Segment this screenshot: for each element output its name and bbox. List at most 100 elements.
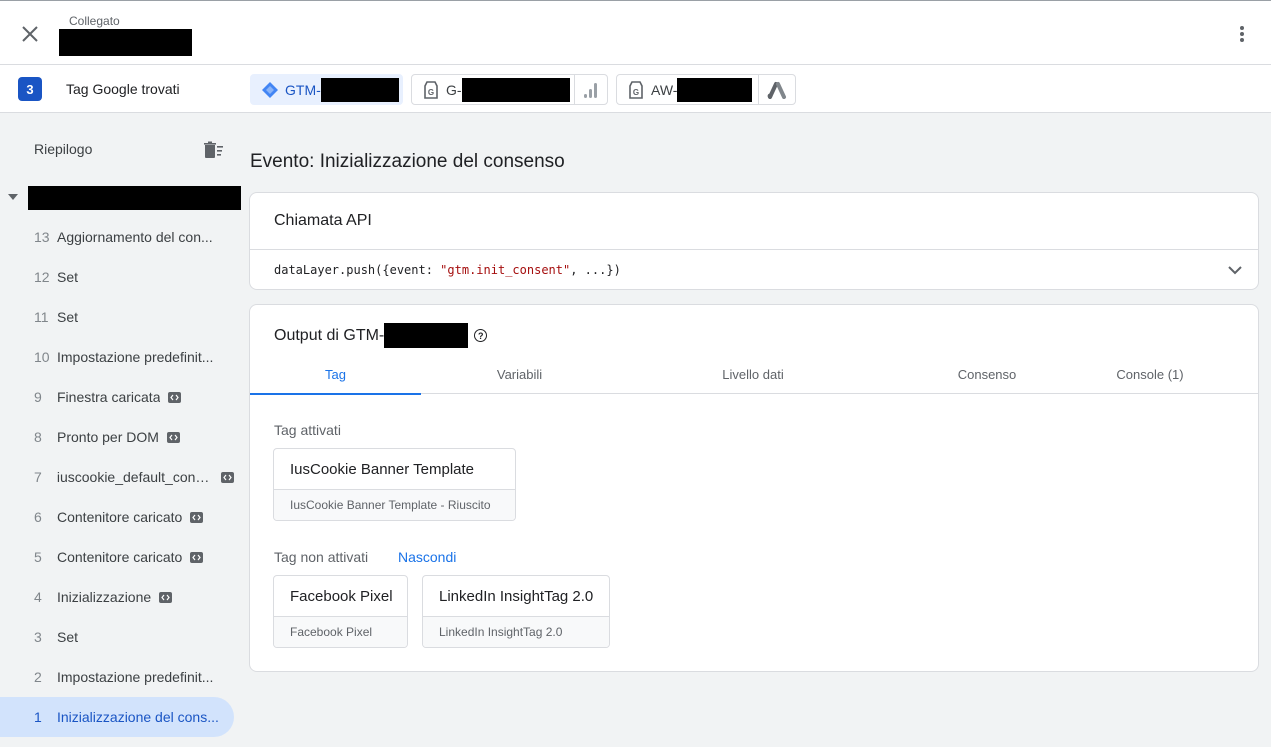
close-button[interactable] [14,18,46,50]
more-options-button[interactable] [1228,18,1256,50]
close-icon [22,26,38,42]
event-item[interactable]: 2 Impostazione predefinit... [0,657,234,697]
summary-title: Riepilogo [34,141,93,157]
top-bar: Collegato [0,0,1271,65]
tag-card-linkedin[interactable]: LinkedIn InsightTag 2.0 LinkedIn Insight… [422,575,610,648]
event-item[interactable]: 13 Aggiornamento del con... [0,217,234,257]
tag-chip-ads[interactable]: G AW- [616,74,796,105]
event-label: Inizializzazione del cons... [57,709,219,725]
tag-status: IusCookie Banner Template - Riuscito [274,489,515,520]
fired-tags-label: Tag attivati [274,422,341,438]
tab-tag[interactable]: Tag [250,355,421,395]
container-id-redacted [384,323,469,348]
event-item[interactable]: 5 Contenitore caricato [0,537,234,577]
event-label: Inizializzazione [57,589,152,605]
page-title: Evento: Inizializzazione del consenso [250,151,565,172]
event-label: Impostazione predefinit... [57,669,214,685]
tag-status: LinkedIn InsightTag 2.0 [423,616,609,647]
not-fired-tags-label: Tag non attivati [274,549,369,565]
tag-name: Facebook Pixel [290,588,393,605]
analytics-bars-icon [583,82,597,98]
code-icon [159,591,173,603]
chip-label: G- [446,81,462,98]
svg-text:G: G [633,88,639,97]
tab-variables[interactable]: Variabili [421,355,618,393]
event-number: 4 [34,589,42,605]
event-label: Set [57,629,79,645]
event-label: Impostazione predefinit... [57,349,214,365]
google-ads-icon [768,81,787,99]
tab-data-layer[interactable]: Livello dati [618,355,888,393]
code-icon [190,511,204,523]
event-number: 1 [34,709,42,725]
output-card-title: Output di GTM- ? [274,323,488,348]
tag-count-badge: 3 [18,77,42,101]
tag-bar: 3 Tag Google trovati GTM- G G- G AW- [0,65,1271,113]
tag-name: LinkedIn InsightTag 2.0 [439,588,594,605]
chip-label: AW- [651,81,678,98]
tag-card-facebook-pixel[interactable]: Facebook Pixel Facebook Pixel [273,575,408,648]
output-tabs: Tag Variabili Livello dati Consenso Cons… [250,355,1258,395]
event-label: Pronto per DOM [57,429,159,445]
tab-console[interactable]: Console (1) [1086,355,1214,393]
tab-consent[interactable]: Consenso [888,355,1086,393]
event-item[interactable]: 7 iuscookie_default_cons... [0,457,234,497]
event-item[interactable]: 9 Finestra caricata [0,377,234,417]
api-card-title: Chiamata API [274,212,372,229]
code-icon [168,391,182,403]
gtm-diamond-icon [262,81,278,98]
page-group-toggle[interactable] [0,185,241,211]
tag-chip-ga4[interactable]: G G- [411,74,608,105]
tag-card-iuscookie[interactable]: IusCookie Banner Template IusCookie Bann… [273,448,516,521]
tag-icon: G [629,80,643,99]
event-item[interactable]: 3 Set [0,617,234,657]
event-item[interactable]: 6 Contenitore caricato [0,497,234,537]
chip-label: GTM- [285,81,321,98]
event-label: Aggiornamento del con... [57,229,213,245]
chip-id-redacted [320,77,399,102]
code-prefix: dataLayer.push({event: [274,263,441,277]
help-icon[interactable]: ? [474,329,488,342]
event-item[interactable]: 4 Inizializzazione [0,577,234,617]
event-number: 12 [34,269,50,285]
event-number: 2 [34,669,42,685]
event-label: iuscookie_default_cons... [56,469,213,485]
connection-status: Collegato [69,14,120,28]
sidebar: Riepilogo 13 Aggiornamento del con... 12 Se… [0,113,241,747]
tag-name: IusCookie Banner Template [290,461,474,478]
event-label: Contenitore caricato [57,549,183,565]
event-item[interactable]: 8 Pronto per DOM [0,417,234,457]
chip-id-redacted [461,77,570,102]
code-suffix: , ...}) [570,263,621,277]
code-string: "gtm.init_consent" [440,263,571,277]
code-icon [190,551,204,563]
code-icon [166,431,180,443]
delete-sweep-icon [204,141,223,158]
hide-link[interactable]: Nascondi [398,549,456,565]
output-card: Output di GTM- ? Tag Variabili Livello d… [249,304,1259,672]
chip-id-redacted [677,77,753,102]
event-label: Finestra caricata [57,389,161,405]
event-label: Set [57,269,79,285]
expand-button[interactable] [1224,259,1246,281]
event-list: 13 Aggiornamento del con... 12 Set 11 Set 10 Im… [0,217,241,737]
api-call-card: Chiamata API dataLayer.push({event: "gtm… [249,192,1259,290]
event-item[interactable]: 12 Set [0,257,234,297]
event-label: Contenitore caricato [57,509,183,525]
event-item[interactable]: 10 Impostazione predefinit... [0,337,234,377]
event-number: 10 [34,349,50,365]
event-item[interactable]: 11 Set [0,297,234,337]
event-number: 11 [34,309,49,325]
page-url-redacted [28,186,241,210]
tag-status: Facebook Pixel [274,616,407,647]
chevron-down-icon [1228,265,1242,274]
output-title-text: Output di GTM- [274,326,385,344]
svg-text:G: G [428,88,434,97]
event-number: 13 [34,229,50,245]
event-number: 6 [34,509,42,525]
clear-messages-button[interactable] [200,137,226,163]
event-number: 3 [34,629,42,645]
event-item[interactable]: 1 Inizializzazione del cons... [0,697,234,737]
tag-icon: G [424,80,438,99]
tag-chip-gtm[interactable]: GTM- [250,74,403,105]
